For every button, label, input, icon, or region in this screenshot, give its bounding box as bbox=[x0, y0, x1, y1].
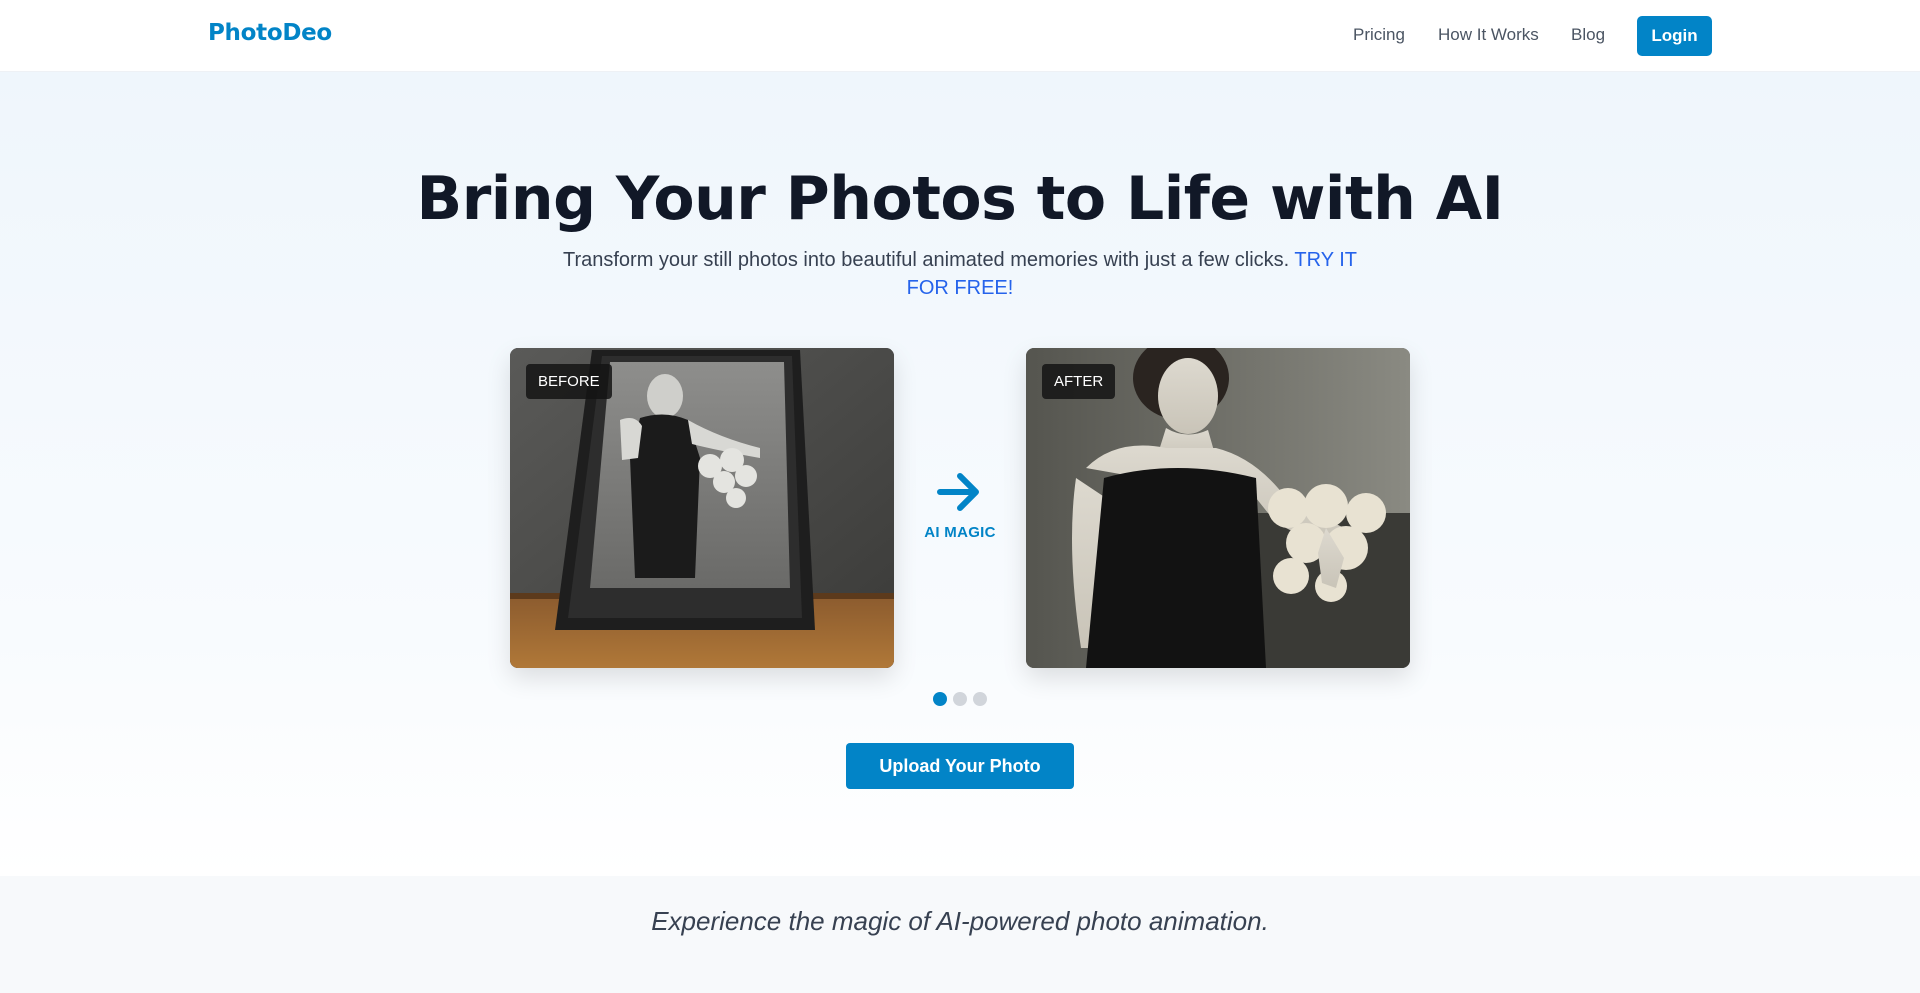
before-badge: BEFORE bbox=[526, 364, 612, 399]
after-photo: AFTER bbox=[1026, 348, 1410, 668]
carousel-dots bbox=[933, 692, 987, 706]
carousel-dot-2[interactable] bbox=[953, 692, 967, 706]
site-header: PhotoDeo Pricing How It Works Blog Login bbox=[0, 0, 1920, 72]
nav-link-pricing[interactable]: Pricing bbox=[1353, 25, 1405, 45]
after-badge: AFTER bbox=[1042, 364, 1116, 399]
hero-title: Bring Your Photos to Life with AI bbox=[416, 164, 1504, 234]
hero-subtitle: Transform your still photos into beautif… bbox=[560, 246, 1360, 302]
nav-link-blog[interactable]: Blog bbox=[1571, 25, 1605, 45]
feature-band: Experience the magic of AI-powered photo… bbox=[0, 876, 1920, 993]
carousel-dot-3[interactable] bbox=[973, 692, 987, 706]
arrow-right-icon bbox=[937, 473, 979, 511]
tagline: Experience the magic of AI-powered photo… bbox=[651, 906, 1269, 936]
top-nav: Pricing How It Works Blog Login bbox=[0, 0, 1920, 72]
before-photo: BEFORE bbox=[510, 348, 894, 668]
ai-magic-label: AI MAGIC bbox=[924, 524, 996, 541]
hero-section: Bring Your Photos to Life with AI Transf… bbox=[0, 72, 1920, 876]
ai-magic-indicator: AI MAGIC bbox=[906, 470, 1014, 541]
login-button[interactable]: Login bbox=[1637, 16, 1712, 56]
carousel-dot-1[interactable] bbox=[933, 692, 947, 706]
upload-photo-button[interactable]: Upload Your Photo bbox=[846, 743, 1074, 789]
hero-subtitle-text: Transform your still photos into beautif… bbox=[562, 249, 1290, 271]
nav-link-how-it-works[interactable]: How It Works bbox=[1438, 25, 1539, 45]
